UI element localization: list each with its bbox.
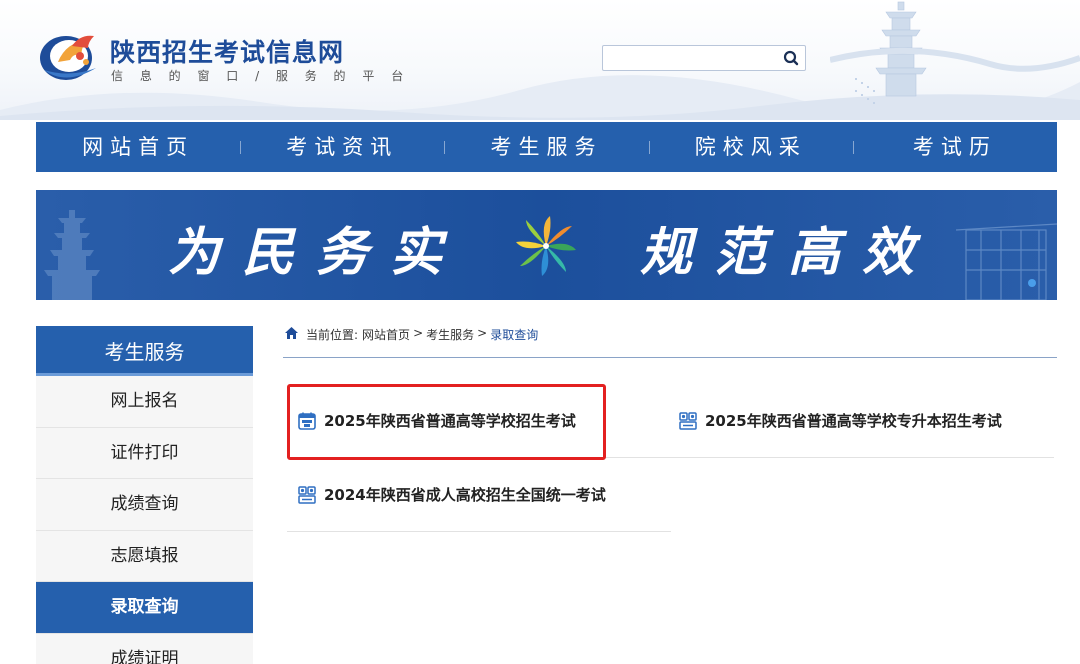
sidebar-item-id-printing[interactable]: 证件打印: [36, 427, 253, 479]
exam-card-2025-college-admission[interactable]: 2025年陕西省普通高等学校招生考试: [287, 384, 671, 458]
exam-card-2025-upgrade-admission[interactable]: 2025年陕西省普通高等学校专升本招生考试: [670, 384, 1054, 458]
exam-card-title: 2025年陕西省普通高等学校专升本招生考试: [705, 412, 1002, 430]
sidebar: 考生服务 网上报名 证件打印 成绩查询 志愿填报 录取查询 成绩证明: [36, 326, 253, 664]
pagoda-decoration: [830, 1, 1080, 104]
sidebar-item-online-registration[interactable]: 网上报名: [36, 376, 253, 428]
nav-item-exam-news[interactable]: 考试资讯: [240, 122, 444, 172]
sidebar-item-score-certificate[interactable]: 成绩证明: [36, 633, 253, 664]
students-icon: [298, 485, 316, 504]
exam-card-2024-adult-admission[interactable]: 2024年陕西省成人高校招生全国统一考试: [287, 458, 671, 532]
nav-item-colleges[interactable]: 院校风采: [648, 122, 853, 172]
breadcrumb: 当前位置: 网站首页 > 考生服务 > 录取查询: [283, 326, 1057, 358]
sidebar-item-application-filling[interactable]: 志愿填报: [36, 530, 253, 582]
nav-item-exam-calendar[interactable]: 考试历: [852, 122, 1057, 172]
exam-card-title: 2025年陕西省普通高等学校招生考试: [324, 412, 576, 430]
home-icon: [285, 327, 298, 339]
exam-calendar-icon: [298, 412, 316, 430]
sidebar-title: 考生服务: [36, 326, 253, 376]
banner-slogan-right: 规范高效: [640, 222, 937, 283]
pinwheel-emblem: [516, 216, 576, 276]
students-icon: [679, 411, 697, 430]
nav-item-candidate-services[interactable]: 考生服务: [444, 122, 648, 172]
search-box: [602, 45, 806, 71]
breadcrumb-separator: >: [413, 326, 424, 340]
banner-slogan-left: 为民务实: [168, 222, 465, 283]
sidebar-item-admission-query[interactable]: 录取查询: [36, 582, 253, 634]
banner: 为民务实 规范高效: [36, 190, 1057, 300]
search-input[interactable]: [609, 49, 775, 67]
search-icon[interactable]: [781, 49, 801, 67]
breadcrumb-prefix: 当前位置:: [306, 328, 359, 342]
nav-item-home[interactable]: 网站首页: [36, 122, 240, 172]
exam-card-title: 2024年陕西省成人高校招生全国统一考试: [324, 486, 606, 504]
breadcrumb-separator: >: [477, 326, 488, 340]
breadcrumb-current[interactable]: 录取查询: [490, 326, 538, 343]
site-header: 陕西招生考试信息网 信 息 的 窗 口 / 服 务 的 平 台: [0, 0, 1080, 120]
main-nav: 网站首页 考试资讯 考生服务 院校风采 考试历: [36, 122, 1057, 172]
site-slogan: 信 息 的 窗 口 / 服 务 的 平 台: [111, 69, 410, 83]
bird-flame-logo[interactable]: [36, 26, 102, 84]
site-name[interactable]: 陕西招生考试信息网: [110, 33, 344, 69]
sidebar-item-score-query[interactable]: 成绩查询: [36, 479, 253, 531]
breadcrumb-home-link[interactable]: 网站首页: [362, 326, 410, 343]
breadcrumb-section-link[interactable]: 考生服务: [426, 326, 474, 343]
